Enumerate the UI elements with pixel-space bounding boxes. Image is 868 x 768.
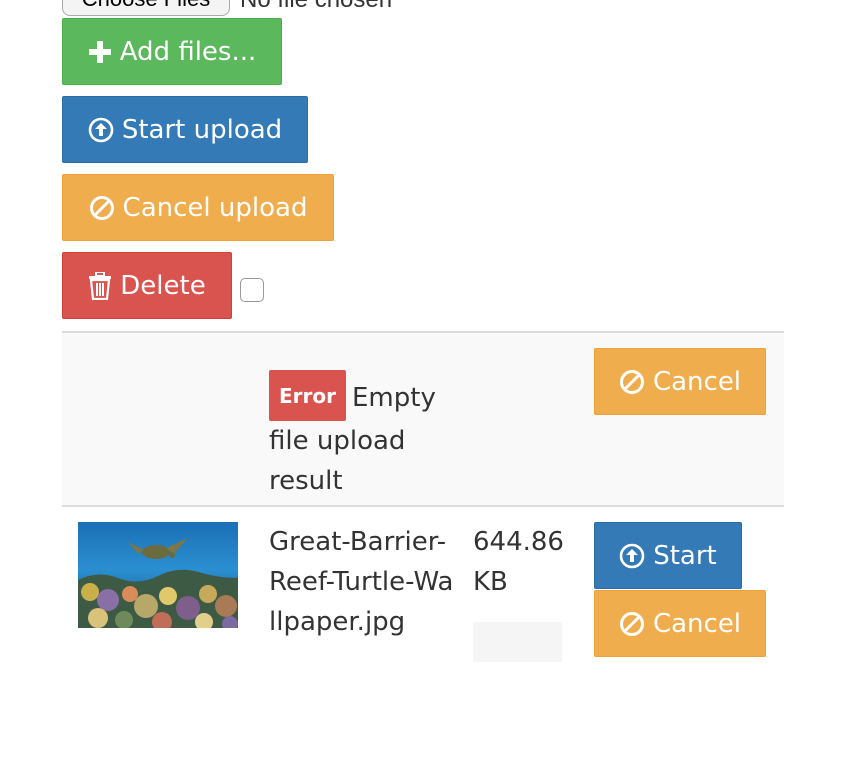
- file-name: Great-Barrier-Reef-Turtle-Wallpaper.jpg: [269, 527, 454, 637]
- row1-cancel-button[interactable]: Cancel: [594, 348, 766, 415]
- choose-files-button[interactable]: Choose Files: [62, 0, 230, 16]
- delete-label: Delete: [120, 270, 206, 301]
- delete-button[interactable]: Delete: [62, 252, 232, 319]
- start-upload-label: Start upload: [121, 114, 283, 145]
- plus-icon: [88, 40, 112, 64]
- add-files-button[interactable]: Add files...: [62, 18, 282, 85]
- upload-progress: [473, 622, 562, 662]
- row2-cancel-label: Cancel: [652, 608, 742, 639]
- ban-circle-icon: [89, 195, 115, 221]
- circle-arrow-up-icon: [619, 543, 645, 569]
- choose-files-label: Choose Files: [82, 0, 210, 12]
- row2-start-button[interactable]: Start: [594, 522, 742, 589]
- row1-cancel-label: Cancel: [652, 366, 742, 397]
- error-badge: Error: [269, 370, 346, 421]
- cancel-upload-label: Cancel upload: [122, 192, 308, 223]
- file-input-status: No file chosen: [240, 0, 392, 14]
- add-files-label: Add files...: [119, 36, 257, 67]
- file-size: 644.86 KB: [473, 527, 564, 597]
- circle-arrow-up-icon: [88, 117, 114, 143]
- row2-start-label: Start: [653, 540, 717, 571]
- select-all-checkbox[interactable]: [240, 278, 264, 302]
- row2-cancel-button[interactable]: Cancel: [594, 590, 766, 657]
- ban-circle-icon: [619, 369, 645, 395]
- ban-circle-icon: [619, 611, 645, 637]
- file-thumbnail: [78, 522, 238, 628]
- error-cell: Error Empty file upload result: [269, 370, 449, 501]
- trash-icon: [88, 271, 112, 300]
- start-upload-button[interactable]: Start upload: [62, 96, 308, 163]
- cancel-upload-button[interactable]: Cancel upload: [62, 174, 334, 241]
